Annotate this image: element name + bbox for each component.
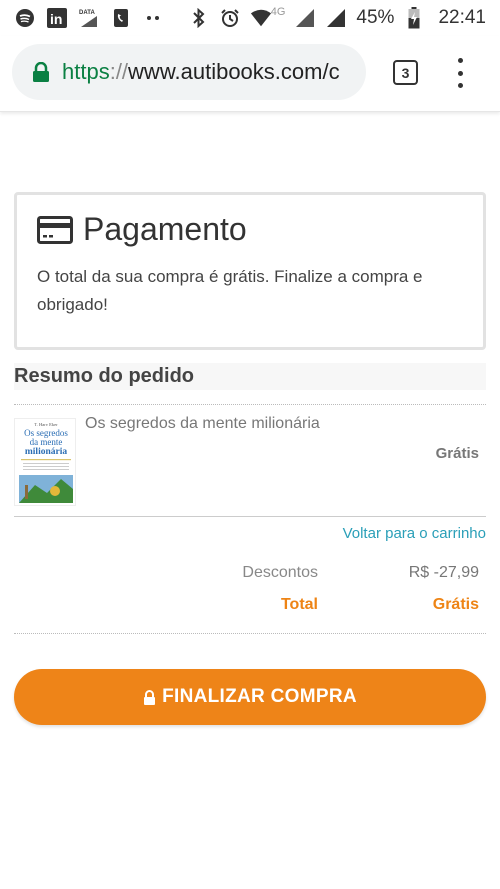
payment-description: O total da sua compra é grátis. Finalize… [37, 267, 423, 314]
item-price: Grátis [435, 445, 479, 462]
payment-title: Pagamento [83, 211, 247, 247]
credit-card-icon [37, 215, 73, 244]
menu-dot-icon [457, 70, 463, 76]
network-type: 4G [270, 6, 286, 18]
book-cover-title-3: milionária [25, 447, 67, 457]
clock: 22:41 [438, 7, 486, 28]
book-cover-image[interactable]: T. Harv Eker Os segredos da mente milion… [14, 418, 76, 506]
payment-card: Pagamento O total da sua compra é grátis… [14, 192, 486, 350]
svg-text:in: in [50, 11, 62, 27]
secure-lock-icon [33, 62, 49, 82]
more-notifications-icon [142, 7, 164, 29]
order-summary-title: Resumo do pedido [14, 363, 486, 390]
payment-header: Pagamento [37, 211, 247, 248]
wifi-icon [250, 7, 272, 29]
bluetooth-icon [188, 7, 210, 29]
back-to-cart-link[interactable]: Voltar para o carrinho [343, 525, 486, 542]
menu-dot-icon [457, 58, 463, 63]
discount-label: Descontos [242, 564, 318, 581]
alarm-icon [219, 7, 241, 29]
overflow-menu-button[interactable] [452, 58, 468, 88]
book-cover-author: T. Harv Eker [34, 422, 58, 427]
spotify-icon [14, 7, 36, 29]
finalize-purchase-button[interactable]: FINALIZAR COMPRA [14, 669, 486, 725]
signal-icon-2 [325, 7, 347, 29]
data-icon: DATA [78, 7, 100, 29]
browser-toolbar: https://www.autibooks.com/c 3 [0, 36, 500, 112]
divider [14, 633, 486, 634]
item-title[interactable]: Os segredos da mente milionária [85, 415, 320, 433]
battery-icon [403, 7, 425, 29]
linkedin-icon: in [46, 7, 68, 29]
url-scheme: https [62, 59, 110, 84]
lock-icon [144, 689, 156, 705]
tab-switcher-button[interactable]: 3 [393, 60, 418, 85]
divider [14, 404, 486, 405]
status-bar: in DATA 4G 45% 22:41 [0, 0, 500, 36]
book-cover-title-2: da mente [30, 437, 63, 447]
total-label: Total [280, 596, 318, 613]
url-separator: :// [109, 59, 129, 84]
svg-text:DATA: DATA [79, 10, 95, 16]
signal-icon-1 [294, 7, 316, 29]
total-value: Grátis [432, 596, 479, 613]
phone-icon [110, 7, 132, 29]
url-host: www.autibooks.com/c [128, 59, 340, 84]
discount-value: R$ -27,99 [408, 564, 479, 581]
finalize-purchase-label: FINALIZAR COMPRA [162, 686, 357, 707]
url-text: https://www.autibooks.com/c [62, 59, 340, 85]
battery-percent: 45% [356, 7, 395, 28]
address-bar[interactable]: https://www.autibooks.com/c [12, 44, 366, 100]
divider [14, 516, 486, 517]
menu-dot-icon [457, 83, 463, 88]
